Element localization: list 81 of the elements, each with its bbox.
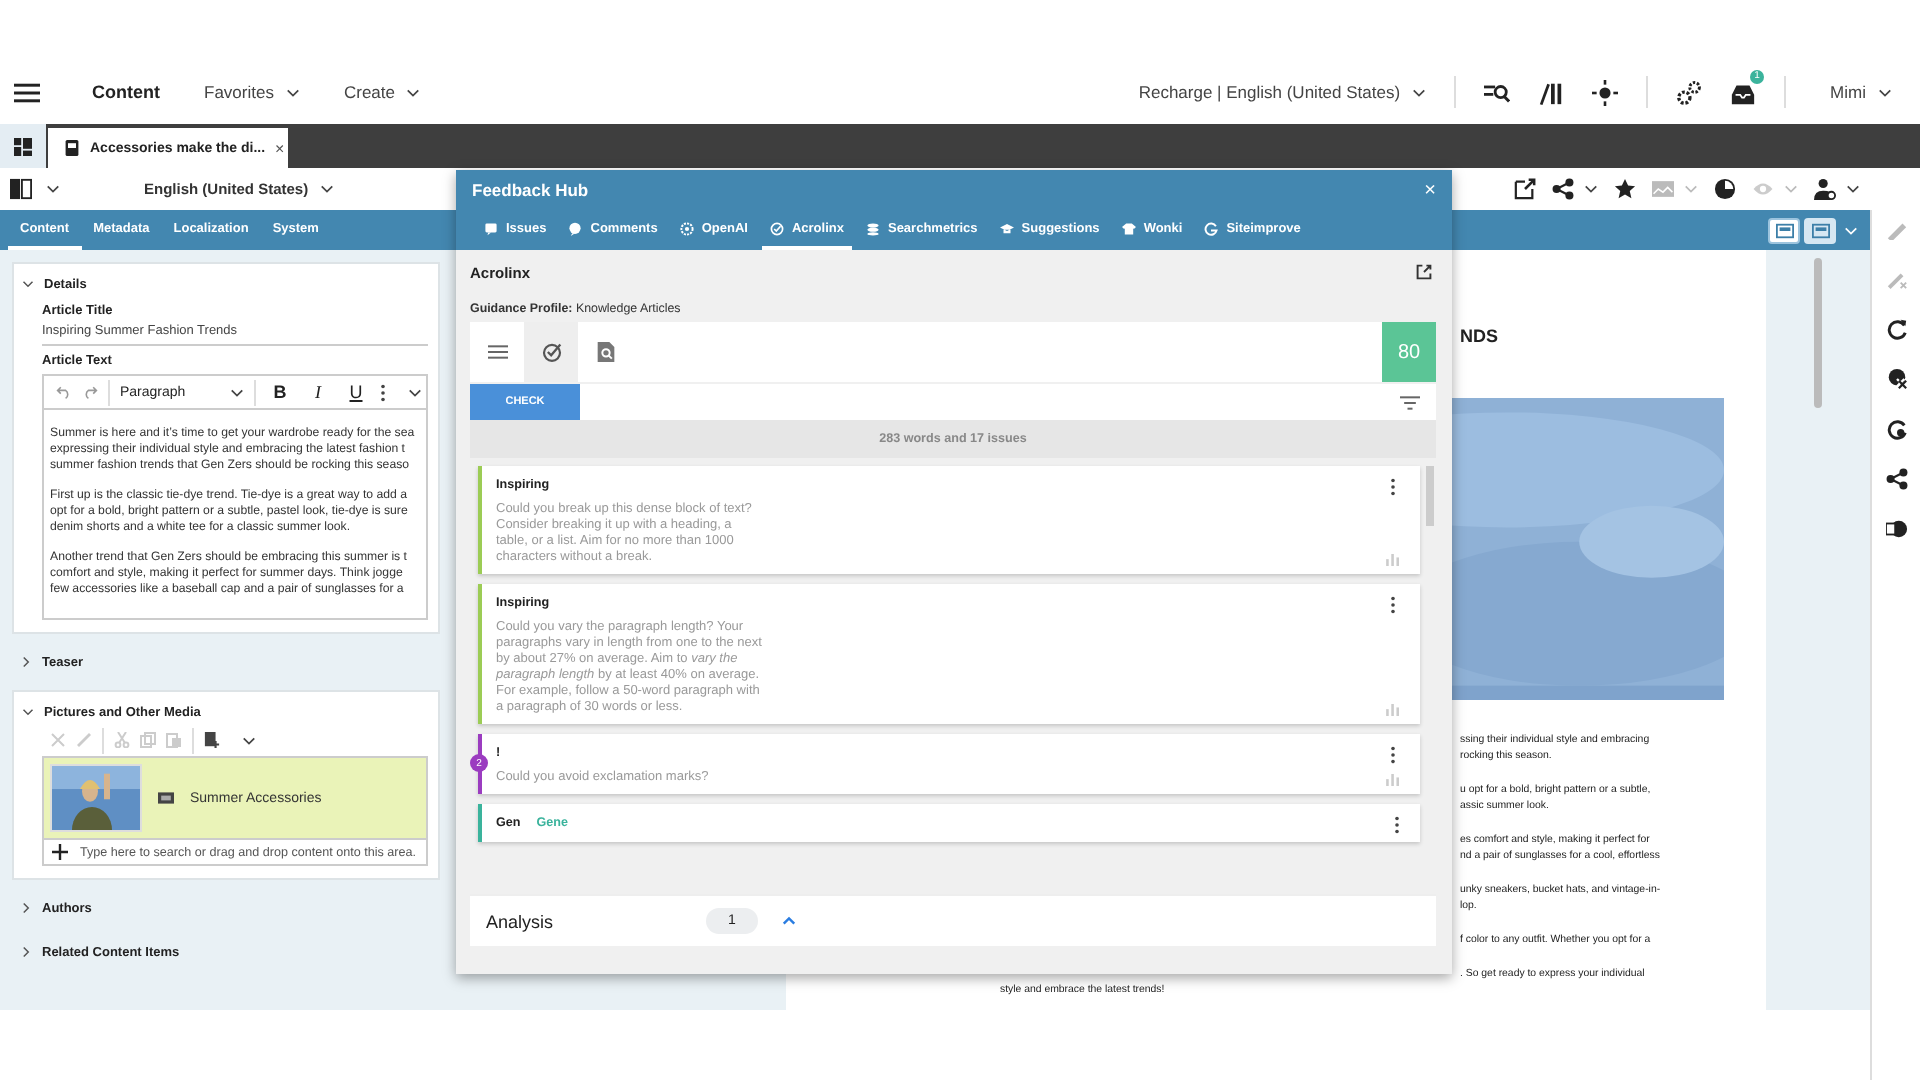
- compare-icon[interactable]: [10, 178, 32, 200]
- filter-icon[interactable]: [1400, 395, 1420, 409]
- layers-icon: [865, 221, 880, 235]
- caret-icon: [320, 184, 335, 194]
- user-settings-icon[interactable]: [1814, 178, 1836, 200]
- close-tab-button[interactable]: ×: [275, 139, 285, 157]
- plus-icon: [52, 844, 68, 860]
- tool-button[interactable]: [524, 322, 578, 382]
- star-icon[interactable]: [1614, 178, 1636, 200]
- user-menu[interactable]: Mimi: [1830, 82, 1892, 102]
- search-list-icon[interactable]: [1484, 79, 1511, 105]
- caret-icon: [285, 87, 300, 97]
- menu-icon: [487, 342, 507, 362]
- layout-icon: [1775, 221, 1793, 239]
- bar-chart-icon: [1386, 554, 1400, 566]
- menu-dropdown[interactable]: Create: [343, 82, 421, 102]
- more-icon[interactable]: [380, 383, 386, 401]
- shapes-icon[interactable]: [1885, 518, 1907, 540]
- caret-icon: [1878, 87, 1892, 97]
- gears-icon[interactable]: [1676, 79, 1703, 105]
- check-circle-icon: [769, 221, 784, 235]
- speech-bubble-icon: [568, 221, 583, 235]
- chevron-icon: [22, 656, 30, 668]
- caret-icon[interactable]: [1846, 184, 1860, 194]
- picture-icon: [158, 790, 174, 806]
- caret-icon[interactable]: [242, 735, 256, 745]
- chevron-icon: [22, 708, 34, 716]
- site-selector[interactable]: Recharge | English (United States): [1138, 82, 1427, 102]
- chevron-up-icon[interactable]: [782, 916, 796, 926]
- score-badge: 80: [1382, 322, 1436, 382]
- section-title: Content: [92, 82, 160, 102]
- check-circle-icon: [541, 342, 561, 362]
- message-icon: [484, 221, 498, 235]
- refresh-icon[interactable]: [1885, 318, 1907, 340]
- hat-icon: [999, 221, 1014, 235]
- add-document-icon[interactable]: [204, 732, 220, 748]
- sync-icon[interactable]: [1885, 418, 1907, 440]
- more-icon[interactable]: [1394, 816, 1400, 834]
- grid-icon: [14, 137, 32, 155]
- external-link-icon[interactable]: [1416, 264, 1432, 280]
- chevron-icon: [22, 946, 30, 958]
- clock-icon[interactable]: [1714, 178, 1736, 200]
- gear-icon: [679, 221, 694, 235]
- caret-icon[interactable]: [408, 387, 422, 397]
- format-button[interactable]: B: [266, 382, 294, 402]
- target-icon[interactable]: [1592, 79, 1619, 105]
- more-icon[interactable]: [1390, 478, 1396, 496]
- document-icon: [64, 140, 80, 156]
- caret-icon: [230, 387, 244, 397]
- analysis-label: Analysis: [486, 911, 556, 931]
- external-link-icon[interactable]: [1514, 178, 1536, 200]
- caret-icon[interactable]: [1584, 184, 1598, 194]
- undo-icon[interactable]: [56, 384, 72, 400]
- format-button[interactable]: U: [342, 382, 370, 402]
- scrollbar[interactable]: [1814, 258, 1822, 408]
- preview-heading: NDS: [1460, 326, 1499, 346]
- bar-chart-icon: [1386, 774, 1400, 786]
- layout-icon: [1811, 221, 1829, 239]
- menu-icon[interactable]: [14, 79, 40, 105]
- more-icon[interactable]: [1390, 596, 1396, 614]
- more-icon[interactable]: [1390, 746, 1396, 764]
- text-editor[interactable]: [42, 408, 428, 620]
- view-mode-button[interactable]: [1804, 217, 1836, 243]
- share-icon[interactable]: [1885, 468, 1907, 490]
- document-search-icon: [595, 342, 615, 362]
- caret-icon[interactable]: [46, 184, 60, 194]
- panel-title: Feedback Hub: [472, 180, 589, 200]
- redo-icon[interactable]: [82, 384, 98, 400]
- view-mode-button[interactable]: [1768, 217, 1800, 243]
- chevron-icon: [22, 280, 34, 288]
- chevron-icon: [22, 902, 30, 914]
- shirt-icon: [1121, 221, 1136, 235]
- close-button[interactable]: ×: [1424, 179, 1436, 201]
- library-icon[interactable]: [1538, 79, 1565, 105]
- format-button[interactable]: I: [304, 382, 332, 402]
- menu-dropdown[interactable]: Favorites: [204, 82, 300, 102]
- caret-icon: [406, 87, 421, 97]
- dashboard-button[interactable]: [0, 124, 46, 168]
- share-icon[interactable]: [1552, 178, 1574, 200]
- bar-chart-icon: [1386, 704, 1400, 716]
- caret-icon: [1412, 87, 1427, 97]
